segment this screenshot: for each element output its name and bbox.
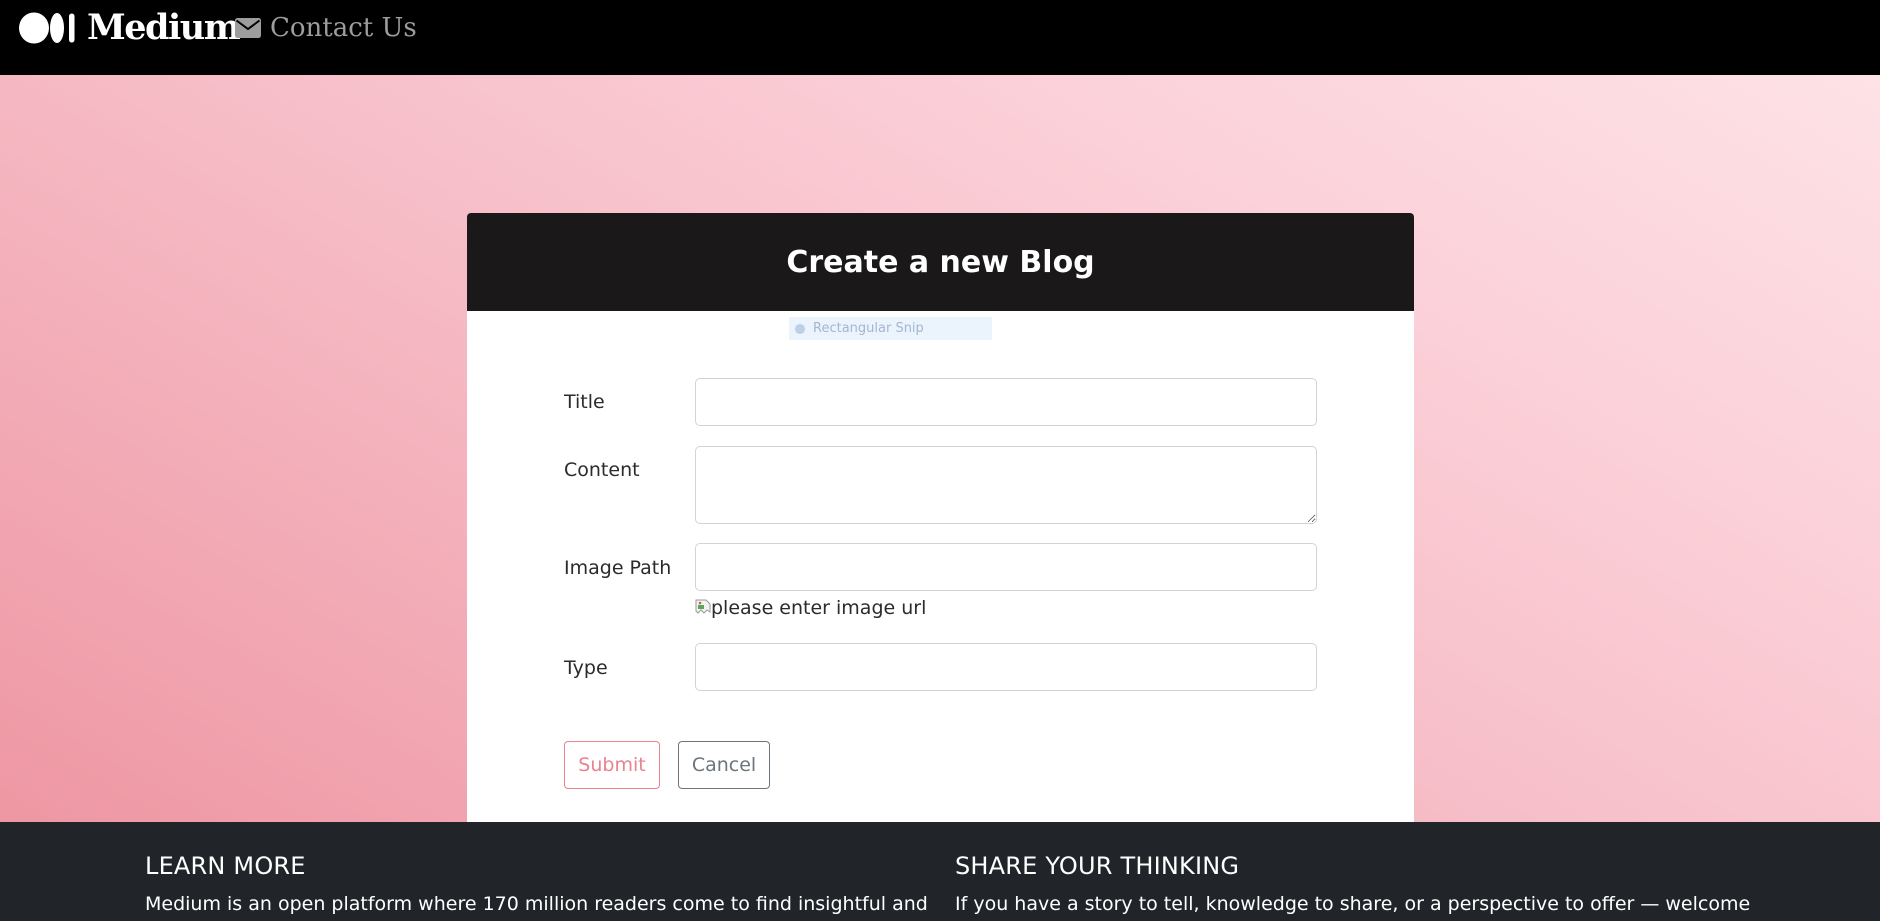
snip-icon <box>795 323 805 334</box>
brand-name: Medium <box>87 7 241 48</box>
cancel-button[interactable]: Cancel <box>678 741 770 789</box>
title-input[interactable] <box>695 378 1317 426</box>
share-thinking-text: If you have a story to tell, knowledge t… <box>955 893 1751 915</box>
card-header: Create a new Blog <box>467 213 1414 311</box>
submit-button[interactable]: Submit <box>564 741 660 789</box>
medium-logo-icon <box>19 12 75 44</box>
footer-learn-more: LEARN MORE Medium is an open platform wh… <box>145 852 928 915</box>
type-label: Type <box>564 657 608 679</box>
footer-share-thinking: SHARE YOUR THINKING If you have a story … <box>955 852 1751 915</box>
page-footer: LEARN MORE Medium is an open platform wh… <box>0 822 1880 921</box>
image-path-label: Image Path <box>564 557 672 579</box>
type-input[interactable] <box>695 643 1317 691</box>
top-navbar: Medium Contact Us <box>0 0 1880 75</box>
broken-image-icon <box>695 599 711 614</box>
contact-us-link[interactable]: Contact Us <box>235 10 417 46</box>
hero-background: Create a new Blog Rectangular Snip Title… <box>0 75 1880 846</box>
rectangular-snip-overlay[interactable]: Rectangular Snip <box>789 317 992 340</box>
learn-more-text: Medium is an open platform where 170 mil… <box>145 893 928 915</box>
share-thinking-heading: SHARE YOUR THINKING <box>955 852 1240 880</box>
create-blog-card: Create a new Blog Rectangular Snip Title… <box>467 213 1414 846</box>
title-label: Title <box>564 391 605 413</box>
brand-logo-link[interactable]: Medium <box>19 7 241 48</box>
contact-us-label: Contact Us <box>270 13 417 43</box>
snip-label: Rectangular Snip <box>813 321 924 336</box>
image-path-input[interactable] <box>695 543 1317 591</box>
envelope-icon <box>235 18 261 38</box>
content-textarea[interactable] <box>695 446 1317 524</box>
image-preview: please enter image url <box>695 595 926 621</box>
content-label: Content <box>564 459 640 481</box>
card-title: Create a new Blog <box>786 244 1095 280</box>
learn-more-heading: LEARN MORE <box>145 852 306 880</box>
image-alt-text: please enter image url <box>711 597 927 619</box>
